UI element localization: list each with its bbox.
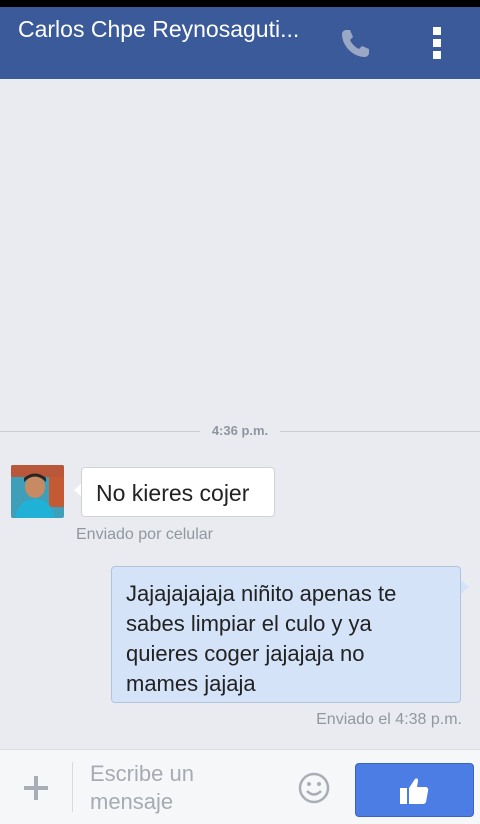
outgoing-bubble-tail	[461, 580, 469, 594]
input-placeholder-line: mensaje	[90, 789, 174, 814]
emoji-button[interactable]	[297, 771, 331, 805]
status-bar	[0, 0, 480, 7]
message-list[interactable]: 4:36 p.m. No kieres cojer Enviado por ce…	[0, 79, 480, 749]
contact-avatar[interactable]	[11, 465, 64, 518]
contact-name[interactable]: Carlos Chpe Reynosaguti...	[18, 15, 318, 43]
avatar-image	[11, 465, 64, 518]
outgoing-message-line: Jajajajajaja niñito apenas te	[126, 581, 397, 606]
outgoing-message-bubble[interactable]: Jajajajajaja niñito apenas te sabes limp…	[111, 566, 461, 703]
composer-divider	[72, 762, 73, 812]
thumbs-up-icon	[400, 778, 429, 804]
outgoing-message-line: mames jajaja	[126, 671, 256, 696]
overflow-menu-button[interactable]	[418, 21, 458, 65]
outgoing-message-line: sabes limpiar el culo y ya	[126, 611, 372, 636]
phone-icon	[342, 30, 369, 57]
like-send-button[interactable]	[355, 763, 474, 817]
outgoing-message-meta: Enviado el 4:38 p.m.	[316, 711, 462, 728]
message-input[interactable]: Escribe un mensaje	[90, 760, 280, 816]
attach-button[interactable]	[18, 770, 54, 806]
outgoing-message-line: quieres coger jajajaja no	[126, 641, 365, 666]
conversation-header: Carlos Chpe Reynosaguti...	[0, 7, 480, 79]
input-placeholder-line: Escribe un	[90, 761, 194, 786]
incoming-message-bubble[interactable]: No kieres cojer	[81, 467, 275, 517]
incoming-message-meta: Enviado por celular	[76, 526, 213, 543]
separator-line-right	[280, 431, 480, 432]
call-button[interactable]	[334, 21, 378, 65]
plus-icon	[24, 776, 48, 800]
smiley-icon	[298, 772, 330, 804]
incoming-message-text: No kieres cojer	[96, 480, 250, 506]
message-composer: Escribe un mensaje	[0, 749, 480, 824]
